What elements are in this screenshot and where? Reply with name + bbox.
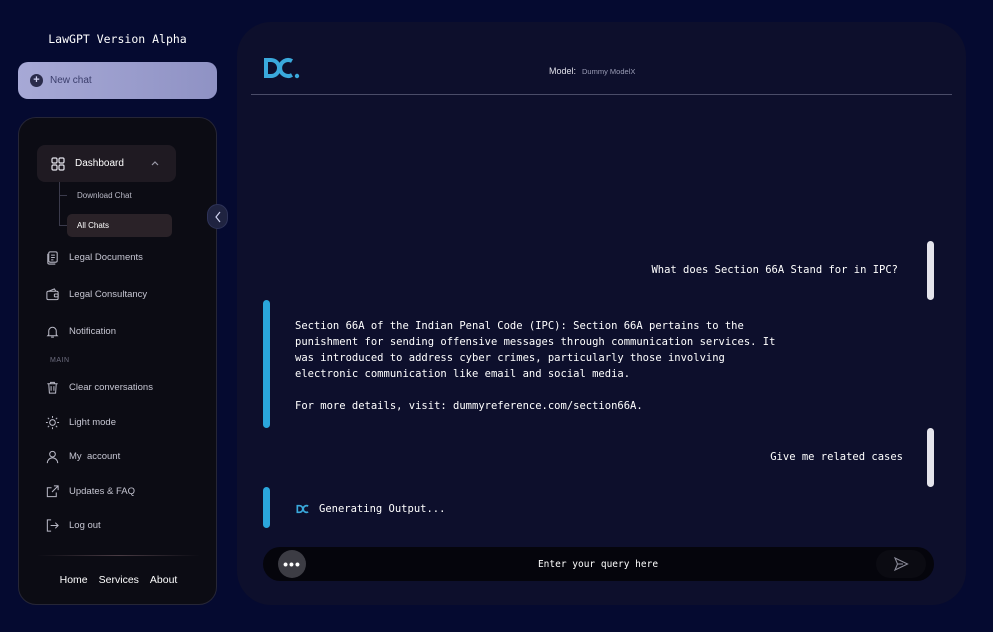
tree-connector: [59, 182, 60, 226]
send-icon: [893, 556, 909, 572]
sidebar-item-clear-conversations[interactable]: Clear conversations: [45, 380, 153, 395]
sidebar-item-label: Legal Consultancy: [69, 289, 148, 300]
sidebar-item-updates-faq[interactable]: Updates & FAQ: [45, 484, 135, 499]
chevron-up-icon[interactable]: [150, 158, 160, 168]
sidebar-item-notification[interactable]: Notification: [45, 324, 116, 339]
dc-logo-small-icon: [296, 504, 309, 514]
send-button[interactable]: [876, 550, 926, 578]
grid-icon: [51, 156, 65, 171]
new-chat-label: New chat: [50, 75, 92, 86]
document-icon: [47, 251, 58, 265]
sun-icon: [45, 415, 60, 430]
sidebar-subitem-all-chats[interactable]: All Chats: [67, 214, 172, 237]
sidebar-item-legal-documents[interactable]: Legal Documents: [45, 250, 143, 265]
collapse-sidebar-button[interactable]: [207, 204, 228, 229]
sidebar-item-label: Light mode: [69, 417, 117, 428]
app-title: LawGPT Version Alpha: [48, 32, 187, 46]
trash-icon: [47, 381, 58, 394]
sidebar-item-label: Dashboard: [75, 158, 124, 169]
chat-panel: Model: Dummy ModelX What does Section 66A…: [237, 22, 966, 605]
more-options-button[interactable]: •••: [278, 550, 306, 578]
query-bar: •••: [263, 547, 934, 581]
user-icon: [46, 450, 59, 464]
generating-text: Generating Output...: [319, 503, 446, 515]
sidebar-item-log-out[interactable]: Log out: [45, 518, 101, 533]
footer-links: Home Services About: [19, 574, 218, 586]
plus-circle-icon: +: [30, 74, 43, 87]
sidebar-item-label: Updates & FAQ: [69, 486, 136, 497]
tree-branch: [59, 195, 67, 196]
sidebar-item-dashboard[interactable]: Dashboard: [37, 145, 176, 182]
user-message: Give me related cases: [770, 451, 903, 463]
sidebar-item-my-account[interactable]: My account: [45, 449, 120, 464]
bell-icon: [46, 326, 59, 338]
footer-link-about[interactable]: About: [150, 574, 177, 586]
assistant-message: Section 66A of the Indian Penal Code (IP…: [295, 320, 776, 412]
generating-status: Generating Output...: [296, 503, 445, 515]
user-message-bar: [927, 428, 934, 487]
sidebar-subitem-download-chat[interactable]: Download Chat: [67, 184, 132, 207]
assistant-message-bar: [263, 300, 270, 428]
sidebar-item-label: My account: [69, 451, 121, 462]
user-message-bar: [927, 241, 934, 300]
sidebar-item-light-mode[interactable]: Light mode: [45, 415, 116, 430]
section-label-main: MAIN: [50, 357, 70, 364]
chat-messages: What does Section 66A Stand for in IPC? …: [237, 22, 966, 605]
user-message: What does Section 66A Stand for in IPC?: [651, 264, 898, 276]
assistant-message-bar: [263, 487, 270, 528]
new-chat-button[interactable]: + New chat: [18, 62, 217, 99]
query-input[interactable]: [323, 554, 873, 574]
external-link-icon: [46, 485, 59, 498]
sidebar-item-label: Clear conversations: [69, 382, 153, 393]
sidebar-item-label: Notification: [69, 326, 116, 337]
tree-branch: [59, 225, 67, 226]
sidebar-item-label: Log out: [69, 520, 101, 531]
sidebar-item-label: Legal Documents: [69, 252, 143, 263]
footer-link-home[interactable]: Home: [60, 574, 88, 586]
sidebar: Dashboard Download Chat All Chats Legal …: [18, 117, 217, 605]
sidebar-item-legal-consultancy[interactable]: Legal Consultancy: [45, 287, 147, 302]
chevron-left-icon: [214, 211, 220, 222]
wallet-icon: [46, 288, 59, 301]
sidebar-divider: [37, 555, 200, 556]
footer-link-services[interactable]: Services: [99, 574, 139, 586]
logout-icon: [46, 519, 59, 532]
